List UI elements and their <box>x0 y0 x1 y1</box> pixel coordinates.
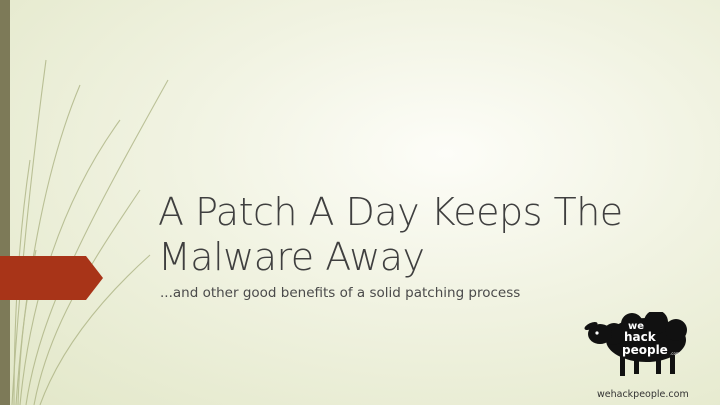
slide-title-line2: Malware Away <box>158 235 425 279</box>
logo-text-people: people <box>622 343 668 357</box>
sheep-icon: we hack people .com <box>584 312 687 376</box>
logo-text-hack: hack <box>624 330 657 344</box>
slide-subtitle: ...and other good benefits of a solid pa… <box>160 285 521 301</box>
slide-title: A Patch A Day Keeps The Malware Away <box>158 190 703 280</box>
title-marker-arrow <box>0 256 103 300</box>
footer-url: wehackpeople.com <box>597 389 689 400</box>
slide: A Patch A Day Keeps The Malware Away ...… <box>0 0 720 405</box>
logo-text-suffix: .com <box>670 351 680 356</box>
slide-title-line1: A Patch A Day Keeps The <box>158 190 623 234</box>
